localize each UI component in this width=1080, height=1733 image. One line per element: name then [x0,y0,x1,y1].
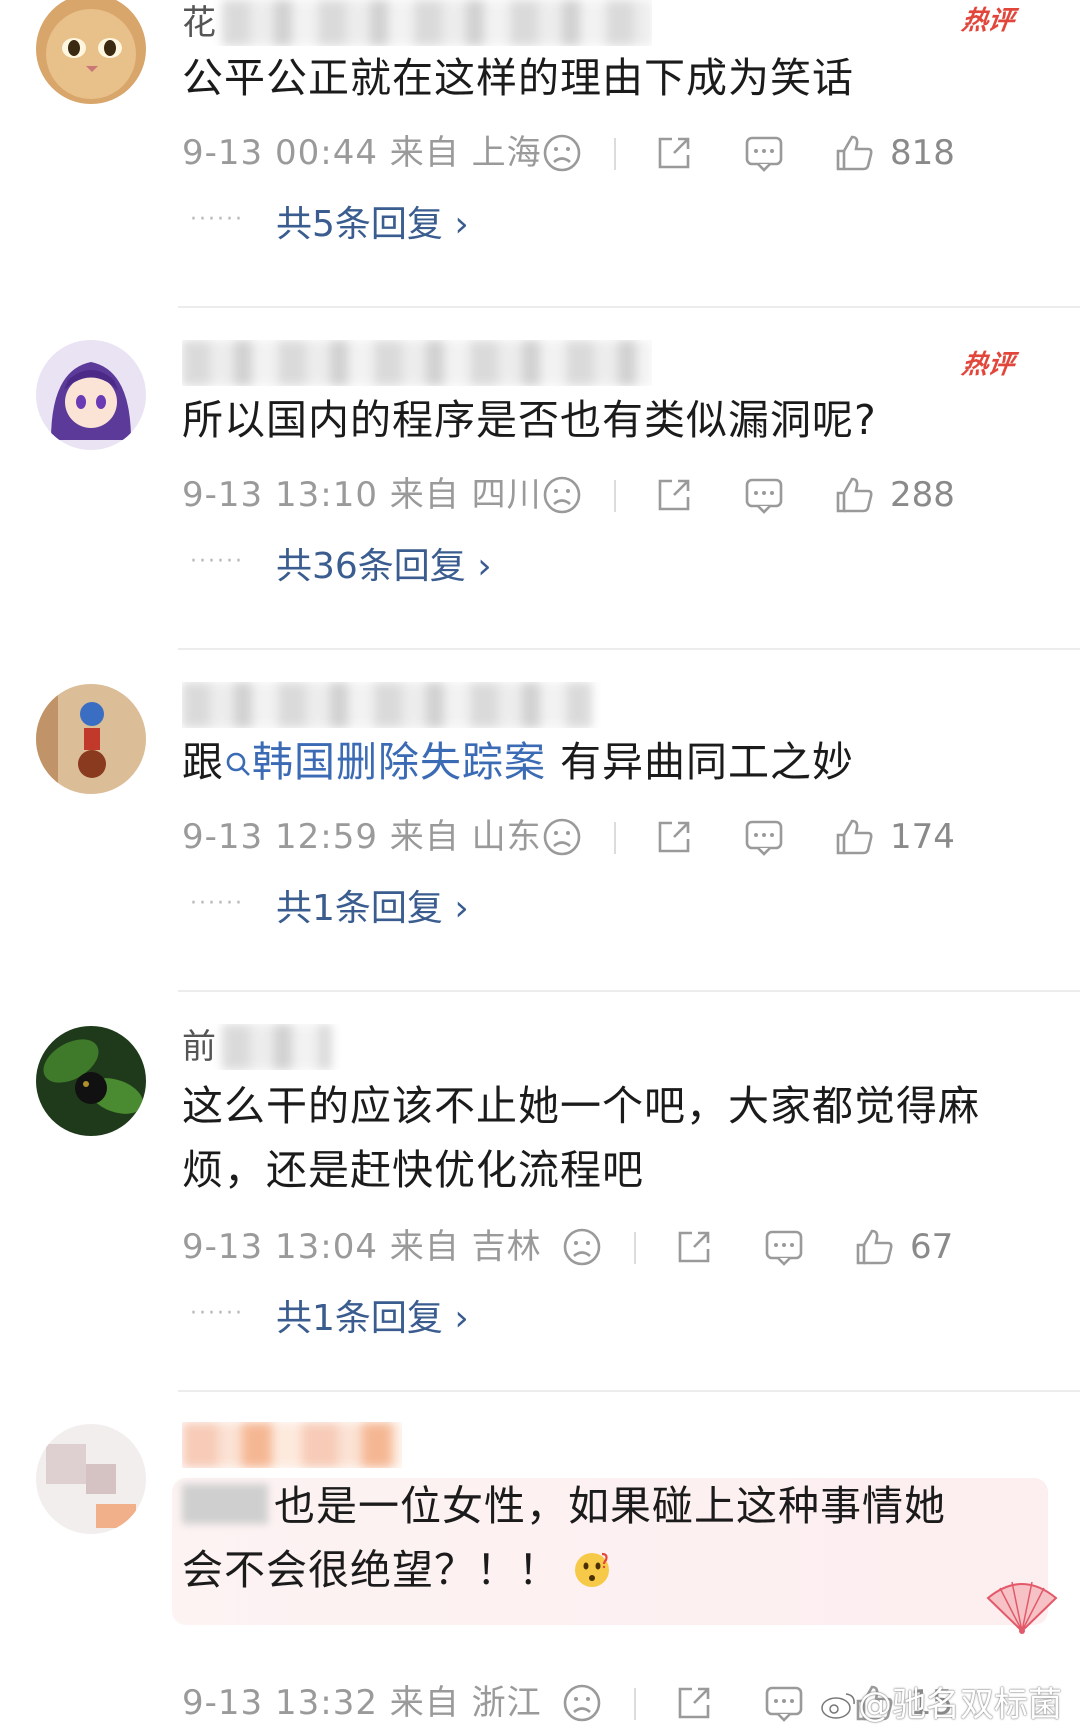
avatar[interactable] [36,1424,146,1534]
hot-comment-badge: 热评 [959,350,1017,380]
share-icon[interactable] [672,1681,716,1725]
action-divider [614,480,616,512]
thinking-face-emoji [575,1552,609,1587]
comment-divider [178,1390,1080,1392]
comment-bubble-icon[interactable] [742,815,786,859]
watermark-text: @驰名双标菌 [858,1685,1062,1725]
comment-bubble-icon[interactable] [762,1681,806,1725]
view-replies-link[interactable]: 共1条回复 › [276,1294,469,1344]
topic-link[interactable]: 韩国删除失踪案 [224,738,546,786]
username-text: 花 [182,3,216,43]
frown-face-icon[interactable] [540,473,584,517]
blurred-name [222,0,652,46]
blurred-text [182,1484,268,1524]
replies-row[interactable]: ······ 共1条回复 › [182,884,682,934]
blurred-name [182,1422,402,1468]
avatar[interactable] [36,1026,146,1136]
replies-row[interactable]: ······ 共36条回复 › [182,542,682,592]
share-icon[interactable] [652,815,696,859]
frown-face-icon[interactable] [560,1225,604,1269]
thumbs-up-icon[interactable] [832,815,876,859]
frown-face-icon[interactable] [540,815,584,859]
comment-meta: 9-13 12:59 来自 山东 174 [182,812,1052,862]
comment-text: 跟韩国删除失踪案 有异曲同工之妙 [182,730,1032,794]
reply-dots: ······ [190,1301,244,1326]
view-replies-link[interactable]: 共5条回复 › [276,200,469,250]
timestamp: 9-13 13:32 来自 浙江 [182,1683,542,1723]
fan-sticker-icon [986,1581,1058,1634]
comment-text: 公平公正就在这样的理由下成为笑话 [182,54,854,102]
action-divider [614,822,616,854]
comment-divider [178,990,1080,992]
thumbs-up-icon[interactable] [832,473,876,517]
comment-text-line: 这么干的应该不止她一个吧，大家都觉得麻 [182,1082,980,1130]
thumbs-up-icon[interactable] [852,1225,896,1269]
comment-text: 所以国内的程序是否也有类似漏洞呢? [182,396,877,444]
timestamp: 9-13 13:10 来自 四川 [182,475,542,515]
timestamp: 9-13 00:44 来自 上海 [182,133,542,173]
username[interactable] [182,682,652,728]
comment-divider [178,306,1080,308]
hot-comment-badge: 热评 [959,6,1017,36]
username[interactable] [182,340,652,386]
topic-link-text: 韩国删除失踪案 [252,738,546,786]
reply-dots: ······ [190,207,244,232]
comment-text-part: 会不会很绝望？！！ [182,1546,560,1594]
view-replies-link[interactable]: 共1条回复 › [276,884,469,934]
comment-text: 也是一位女性，如果碰上这种事情她 会不会很绝望？！！ [182,1474,1032,1602]
reply-dots: ······ [190,549,244,574]
comment-meta: 9-13 00:44 来自 上海 818 [182,128,1052,178]
like-count: 288 [890,475,955,515]
username[interactable]: 花 [182,0,652,46]
action-divider [614,138,616,170]
username-text: 前 [182,1027,216,1067]
action-divider [634,1688,636,1720]
reply-dots: ······ [190,891,244,916]
share-icon[interactable] [672,1225,716,1269]
replies-row[interactable]: ······ 共5条回复 › [182,200,682,250]
comment-text-line: 烦，还是赶快优化流程吧 [182,1146,644,1194]
blurred-name [182,340,652,386]
like-count: 174 [890,817,955,857]
watermark: @驰名双标菌 [820,1683,1062,1727]
comment-bubble-icon[interactable] [742,473,786,517]
username[interactable] [182,1422,402,1468]
comment-text-part: 也是一位女性，如果碰上这种事情她 [274,1482,946,1530]
comment-bubble-icon[interactable] [762,1225,806,1269]
avatar[interactable] [36,0,146,104]
timestamp: 9-13 13:04 来自 吉林 [182,1227,542,1267]
thumbs-up-icon[interactable] [832,131,876,175]
comment-text-prefix: 跟 [182,738,224,786]
share-icon[interactable] [652,131,696,175]
comment-text: 这么干的应该不止她一个吧，大家都觉得麻 烦，还是赶快优化流程吧 [182,1074,1032,1202]
weibo-logo-icon [821,1693,855,1719]
comment-meta: 9-13 13:04 来自 吉林 67 [182,1222,1052,1272]
action-divider [634,1232,636,1264]
username[interactable]: 前 [182,1024,652,1070]
timestamp: 9-13 12:59 来自 山东 [182,817,542,857]
search-icon [226,752,250,776]
comment-meta: 9-13 13:10 来自 四川 288 [182,470,1052,520]
comment-divider [178,648,1080,650]
frown-face-icon[interactable] [540,131,584,175]
replies-row[interactable]: ······ 共1条回复 › [182,1294,682,1344]
like-count: 67 [910,1227,954,1267]
comment-text-line: 也是一位女性，如果碰上这种事情她 [182,1474,1032,1538]
comment-text-suffix: 有异曲同工之妙 [546,738,855,786]
view-replies-link[interactable]: 共36条回复 › [276,542,492,592]
blurred-name [222,1024,332,1070]
avatar[interactable] [36,684,146,794]
comment-text-line: 会不会很绝望？！！ [182,1538,1032,1602]
blurred-name [182,682,592,728]
comment-bubble-icon[interactable] [742,131,786,175]
like-count: 818 [890,133,955,173]
avatar[interactable] [36,340,146,450]
share-icon[interactable] [652,473,696,517]
frown-face-icon[interactable] [560,1681,604,1725]
